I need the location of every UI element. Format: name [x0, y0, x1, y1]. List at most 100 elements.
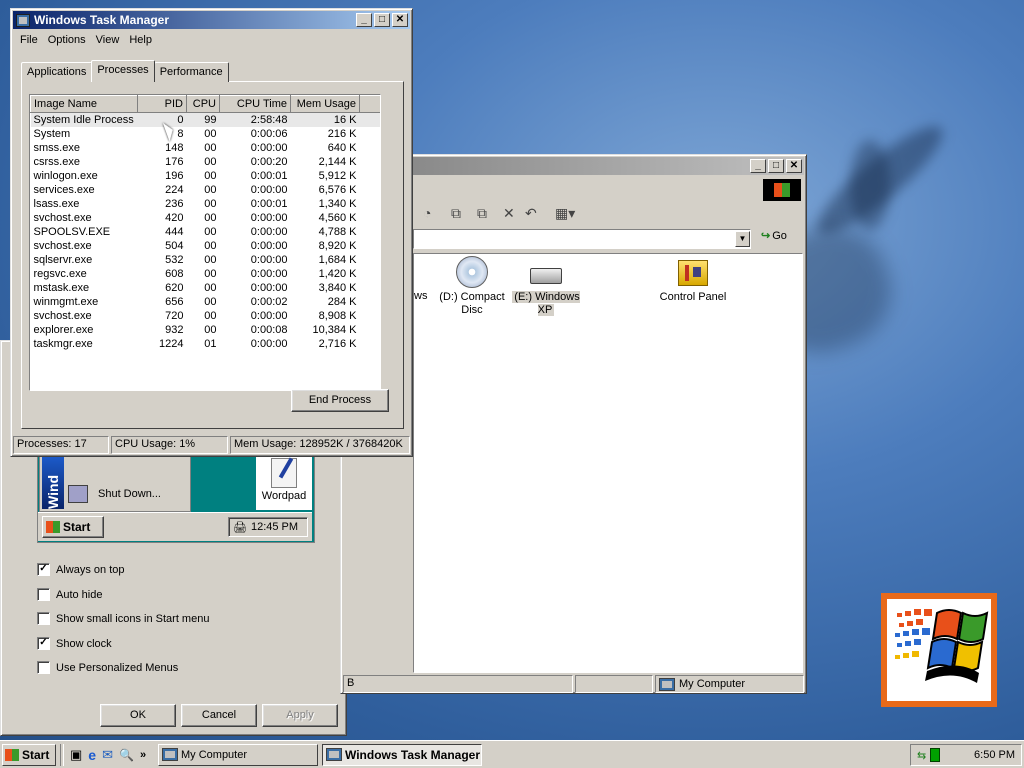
address-input[interactable]: [413, 229, 751, 249]
table-row[interactable]: csrss.exe 176 00 0:00:20 2,144 K: [31, 155, 381, 169]
undo-icon[interactable]: ↶: [525, 205, 537, 222]
cell-spacer: [360, 337, 381, 351]
table-row[interactable]: explorer.exe 932 00 0:00:08 10,384 K: [31, 323, 381, 337]
close-button[interactable]: ✕: [392, 13, 408, 27]
checkbox-label: Auto hide: [56, 588, 103, 601]
tab-applications[interactable]: Applications: [21, 62, 93, 82]
checkbox-box[interactable]: ✓: [37, 563, 50, 576]
maximize-button[interactable]: □: [768, 159, 784, 173]
checkbox-box[interactable]: [37, 612, 50, 625]
drive-e[interactable]: (E:) Windows XP: [512, 256, 580, 317]
cell-image-name: winmgmt.exe: [33, 296, 99, 308]
start-menu-preview: Wind Shut Down...: [39, 454, 191, 512]
apply-button[interactable]: Apply: [262, 704, 338, 727]
taskbar-item-task-manager[interactable]: Windows Task Manager: [322, 743, 482, 766]
delete-icon[interactable]: ✕: [503, 205, 515, 222]
checkbox-box[interactable]: ✓: [37, 637, 50, 650]
col-image-name[interactable]: Image Name: [30, 95, 138, 113]
show-desktop-icon[interactable]: ▣: [70, 747, 82, 763]
cell-mem-usage: 16 K: [290, 112, 360, 127]
table-row[interactable]: svchost.exe 720 00 0:00:00 8,908 K: [31, 309, 381, 323]
cell-image-name: svchost.exe: [33, 212, 92, 224]
cell-pid: 656: [165, 296, 184, 308]
taskbar-item-my-computer[interactable]: My Computer: [158, 743, 318, 766]
task-manager-statusbar: Processes: 17 CPU Usage: 1% Mem Usage: 1…: [13, 436, 410, 454]
table-row[interactable]: mstask.exe 620 00 0:00:00 3,840 K: [31, 281, 381, 295]
cell-cpu-time: 0:00:00: [250, 226, 288, 238]
col-cpu-time[interactable]: CPU Time: [219, 95, 291, 113]
cell-spacer: [360, 309, 381, 323]
auto-hide-checkbox[interactable]: Auto hide: [37, 588, 102, 601]
table-row[interactable]: winmgmt.exe 656 00 0:00:02 284 K: [31, 295, 381, 309]
tab-processes[interactable]: Processes: [91, 60, 155, 82]
cell-mem-usage: 4,560 K: [318, 212, 357, 224]
shutdown-label: Shut Down...: [98, 488, 161, 500]
checkbox-box[interactable]: [37, 588, 50, 601]
col-cpu[interactable]: CPU: [186, 95, 220, 113]
window-title: Windows Task Manager: [34, 13, 170, 27]
network-icon[interactable]: ⇆: [917, 749, 926, 762]
table-row[interactable]: winlogon.exe 196 00 0:00:01 5,912 K: [31, 169, 381, 183]
maximize-button[interactable]: □: [374, 13, 390, 27]
task-manager-icon: [16, 13, 30, 27]
table-row[interactable]: svchost.exe 504 00 0:00:00 8,920 K: [31, 239, 381, 253]
col-mem-usage[interactable]: Mem Usage: [290, 95, 360, 113]
cell-pid: 720: [165, 310, 184, 322]
end-process-label: End Process: [308, 394, 372, 406]
cell-image-name: System: [33, 128, 71, 140]
minimize-button[interactable]: _: [356, 13, 372, 27]
drive-d[interactable]: (D:) Compact Disc: [436, 256, 508, 317]
table-row[interactable]: System Idle Process 0 99 2:58:48 16 K: [30, 112, 380, 127]
minimize-button[interactable]: _: [750, 159, 766, 173]
go-arrow-icon: ↪: [761, 230, 771, 242]
cpu-meter-icon[interactable]: [930, 748, 941, 762]
table-row[interactable]: taskmgr.exe 1224 01 0:00:00 2,716 K: [31, 337, 381, 351]
control-panel-item[interactable]: Control Panel: [658, 256, 728, 304]
col-pid[interactable]: PID: [137, 95, 187, 113]
ok-button[interactable]: OK: [100, 704, 176, 727]
search-icon[interactable]: 🔍: [119, 748, 134, 762]
close-button[interactable]: ✕: [786, 159, 802, 173]
cell-spacer: [360, 295, 381, 309]
cell-spacer: [360, 239, 381, 253]
always-on-top-checkbox[interactable]: ✓ Always on top: [37, 563, 124, 576]
start-button[interactable]: Start: [2, 743, 56, 766]
cell-image-name: mstask.exe: [33, 282, 90, 294]
system-tray: ⇆ 6:50 PM: [910, 744, 1022, 766]
copy-to-icon[interactable]: ⧉: [477, 205, 487, 222]
clock[interactable]: 6:50 PM: [974, 749, 1015, 761]
cell-pid: 224: [165, 184, 184, 196]
outlook-express-icon[interactable]: ✉: [102, 747, 113, 763]
checkbox-box[interactable]: [37, 661, 50, 674]
menu-file[interactable]: File: [15, 34, 43, 46]
table-row[interactable]: lsass.exe 236 00 0:00:01 1,340 K: [31, 197, 381, 211]
cell-image-name: lsass.exe: [33, 198, 80, 210]
go-button[interactable]: ↪ Go: [761, 229, 787, 243]
explorer-statusbar: B My Computer: [343, 675, 804, 693]
menu-view[interactable]: View: [91, 34, 125, 46]
table-row[interactable]: smss.exe 148 00 0:00:00 640 K: [31, 141, 381, 155]
history-icon[interactable]: ◔: [423, 205, 431, 221]
cancel-button[interactable]: Cancel: [181, 704, 257, 727]
table-row[interactable]: services.exe 224 00 0:00:00 6,576 K: [31, 183, 381, 197]
table-row[interactable]: svchost.exe 420 00 0:00:00 4,560 K: [31, 211, 381, 225]
address-dropdown-button[interactable]: ▼: [735, 231, 750, 247]
menu-help[interactable]: Help: [124, 34, 157, 46]
personalized-menus-checkbox[interactable]: Use Personalized Menus: [37, 661, 178, 674]
end-process-button[interactable]: End Process: [291, 389, 389, 412]
show-clock-checkbox[interactable]: ✓ Show clock: [37, 637, 112, 650]
move-to-icon[interactable]: ⧉: [451, 205, 461, 222]
menu-options[interactable]: Options: [43, 34, 91, 46]
cell-cpu: 00: [204, 142, 217, 154]
small-icons-checkbox[interactable]: Show small icons in Start menu: [37, 612, 209, 625]
chevron-right-icon[interactable]: »: [140, 749, 146, 761]
table-row[interactable]: sqlservr.exe 532 00 0:00:00 1,684 K: [31, 253, 381, 267]
tab-performance[interactable]: Performance: [153, 62, 229, 82]
table-row[interactable]: SPOOLSV.EXE 444 00 0:00:00 4,788 K: [31, 225, 381, 239]
table-row[interactable]: regsvc.exe 608 00 0:00:00 1,420 K: [31, 267, 381, 281]
internet-explorer-icon[interactable]: e: [88, 747, 96, 763]
views-icon[interactable]: ▦▾: [555, 205, 575, 222]
cell-mem-usage: 640 K: [327, 142, 357, 154]
table-row[interactable]: System 8 00 0:00:06 216 K: [31, 127, 381, 141]
process-list[interactable]: Image Name PID CPU CPU Time Mem Usage Sy…: [29, 94, 381, 391]
